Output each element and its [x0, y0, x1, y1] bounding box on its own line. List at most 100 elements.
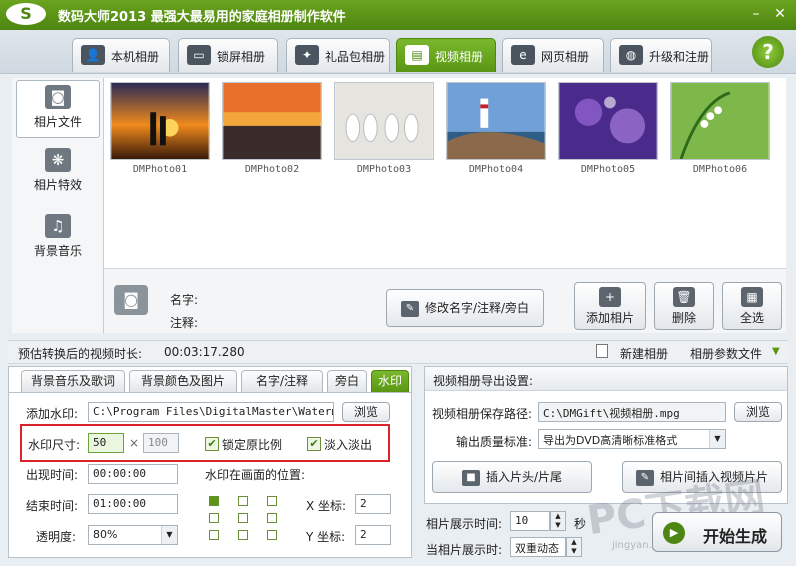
photo-thumbnail[interactable] [446, 82, 546, 160]
opacity-value: 80% [93, 528, 118, 541]
name-label: 名字: [170, 293, 199, 307]
lock-ratio-label: 锁定原比例 [222, 438, 283, 452]
fade-checkbox[interactable]: ✔ [307, 437, 321, 451]
save-path-field[interactable]: C:\DMGift\视频相册.mpg [538, 402, 726, 422]
export-panel-header: 视频相册导出设置: [425, 367, 787, 391]
position-cell[interactable] [267, 530, 277, 540]
close-icon[interactable]: ✕ [770, 4, 790, 24]
position-cell[interactable] [209, 513, 219, 523]
photo-thumbnail[interactable] [558, 82, 658, 160]
watermark-browse-button[interactable]: 浏览 [342, 402, 390, 422]
nav-background-music[interactable]: ♫ 背景音乐 [16, 210, 100, 268]
show-time-field[interactable]: 10 [510, 511, 550, 531]
tab-divider [9, 392, 411, 393]
watermark-width-field[interactable]: 50 [88, 433, 124, 453]
ie-browser-icon: e [511, 45, 535, 65]
lock-ratio-checkbox[interactable]: ✔ [205, 437, 219, 451]
lily-of-valley-image [671, 83, 769, 159]
tab-background-music-lyrics[interactable]: 背景音乐及歌词 [21, 370, 125, 392]
button-label: 开始生成 [703, 527, 768, 546]
watermark-path-field[interactable]: C:\Program Files\DigitalMaster\Watermark [88, 402, 334, 422]
photo-thumbnail[interactable] [670, 82, 770, 160]
photo-name: DMPhoto06 [692, 164, 748, 175]
position-cell[interactable] [238, 513, 248, 523]
position-cell[interactable] [267, 513, 277, 523]
y-coordinate-field[interactable]: 2 [355, 525, 391, 545]
save-path-browse-button[interactable]: 浏览 [734, 402, 782, 422]
tab-watermark[interactable]: 水印 [371, 370, 409, 392]
tab-lockscreen-album[interactable]: ▭ 锁屏相册 [178, 38, 278, 72]
show-mode-spinner[interactable]: ▲ ▼ [566, 537, 582, 557]
edit-name-note-button[interactable]: ✎ 修改名字/注释/旁白 [386, 289, 544, 327]
tab-label: 礼品包相册 [325, 50, 386, 64]
tab-upgrade-register[interactable]: ◍ 升级和注册 [610, 38, 712, 72]
tab-narration[interactable]: 旁白 [327, 370, 367, 392]
select-all-button[interactable]: ▦ 全选 [722, 282, 782, 330]
watermark-height-field[interactable]: 100 [143, 433, 179, 453]
x-coordinate-field[interactable]: 2 [355, 494, 391, 514]
tab-label: 锁屏相册 [217, 50, 266, 64]
purple-bokeh-image [559, 83, 657, 159]
show-mode-field[interactable]: 双重动态 [510, 537, 566, 557]
photo-thumbnail[interactable] [222, 82, 322, 160]
position-cell[interactable] [209, 530, 219, 540]
x-coordinate-label: X 坐标: [306, 499, 347, 513]
film-icon: ▤ [405, 45, 429, 65]
position-cell[interactable] [209, 496, 219, 506]
button-label: 修改名字/注释/旁白 [424, 301, 530, 315]
photo-info-bar: ◙ 名字: 注释: ✎ 修改名字/注释/旁白 + 添加相片 🗑 删除 ▦ 全选 [104, 268, 786, 333]
dropdown-arrow-icon[interactable]: ▼ [772, 346, 780, 357]
album-params-link[interactable]: 相册参数文件 [690, 345, 762, 362]
opacity-select[interactable]: 80% ▼ [88, 525, 178, 545]
appear-time-field[interactable]: 00:00:00 [88, 464, 178, 484]
nav-photo-files[interactable]: ◙ 相片文件 [16, 80, 100, 138]
show-time-spinner[interactable]: ▲ ▼ [550, 511, 566, 531]
edit-icon: ✎ [400, 300, 419, 317]
nav-photo-effects[interactable]: ❋ 相片特效 [16, 144, 100, 202]
nav-label: 相片文件 [33, 115, 82, 129]
tab-local-album[interactable]: 👤 本机相册 [72, 38, 170, 72]
duration-value: 00:03:17.280 [164, 345, 245, 359]
photo-name: DMPhoto03 [356, 164, 412, 175]
trash-icon: 🗑 [673, 287, 695, 307]
tab-background-color-image[interactable]: 背景颜色及图片 [129, 370, 237, 392]
video-camera-icon: ■ [461, 469, 480, 486]
button-label: 全选 [739, 311, 764, 325]
new-album-link[interactable]: 新建相册 [620, 345, 668, 362]
nav-label: 背景音乐 [33, 244, 82, 258]
position-cell[interactable] [267, 496, 277, 506]
end-time-label: 结束时间: [26, 499, 79, 513]
watermark-position-grid [205, 492, 281, 544]
position-cell[interactable] [238, 496, 248, 506]
insert-head-tail-button[interactable]: ■ 插入片头/片尾 [432, 461, 592, 493]
tab-video-album[interactable]: ▤ 视频相册 [396, 38, 496, 72]
main-tab-bar: 👤 本机相册 ▭ 锁屏相册 ✦ 礼品包相册 ▤ 视频相册 e 网页相册 ◍ 升级… [0, 30, 796, 74]
times-symbol: × [129, 436, 140, 450]
play-icon: ▶ [663, 522, 685, 544]
add-watermark-label: 添加水印: [26, 407, 79, 421]
add-photo-icon: + [599, 287, 621, 307]
photo-name: DMPhoto02 [244, 164, 300, 175]
grid-icon: ▦ [741, 287, 763, 307]
minimize-icon[interactable]: – [746, 4, 766, 24]
help-icon[interactable]: ? [752, 36, 784, 68]
photo-gallery: DMPhoto01 DMPhoto02 DMPhoto03 DMPhoto04 … [104, 78, 786, 268]
button-label: 插入片头/片尾 [485, 470, 563, 484]
tab-label: 网页相册 [541, 50, 590, 64]
slippers-image [335, 83, 433, 159]
button-label: 删除 [671, 311, 696, 325]
photo-thumbnail[interactable] [334, 82, 434, 160]
position-cell[interactable] [238, 530, 248, 540]
add-photo-button[interactable]: + 添加相片 [574, 282, 646, 330]
tab-web-album[interactable]: e 网页相册 [502, 38, 604, 72]
quality-select[interactable]: 导出为DVD高清晰标准格式 ▼ [538, 429, 726, 449]
watermark-size-label: 水印尺寸: [28, 438, 81, 452]
photo-thumbnail[interactable] [110, 82, 210, 160]
lighthouse-image [447, 83, 545, 159]
delete-button[interactable]: 🗑 删除 [654, 282, 714, 330]
start-generate-button[interactable]: ▶ 开始生成 [652, 512, 782, 552]
tab-name-note[interactable]: 名字/注释 [241, 370, 323, 392]
tab-gift-album[interactable]: ✦ 礼品包相册 [286, 38, 390, 72]
end-time-field[interactable]: 01:00:00 [88, 494, 178, 514]
seconds-label: 秒 [574, 517, 587, 531]
